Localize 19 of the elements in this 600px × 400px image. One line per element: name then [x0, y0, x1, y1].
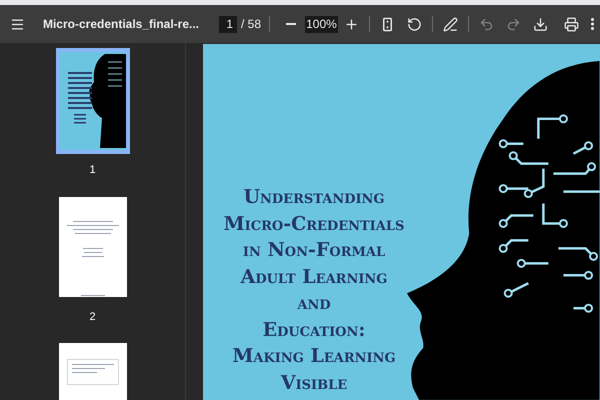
document-title: Micro-credentials_final-re...: [42, 16, 200, 33]
page-number: 1: [89, 163, 96, 178]
more-icon: [590, 18, 594, 30]
rotate-icon: [406, 16, 422, 32]
page-thumbnail[interactable]: [58, 343, 126, 400]
plus-icon: [344, 16, 359, 32]
page-count: / 58: [241, 16, 262, 33]
undo-icon: [478, 16, 494, 32]
page-thumbnail[interactable]: [58, 196, 126, 296]
menu-icon: [10, 16, 25, 32]
cover-title: Understanding Micro-Credentials in Non-Formal Adult Learning and Education: Making Learning Visible: [222, 185, 406, 396]
redo-icon: [506, 16, 521, 32]
download-icon: [532, 16, 548, 32]
page-input[interactable]: 1: [219, 16, 238, 32]
pen-icon: [442, 16, 458, 32]
print-icon: [564, 16, 579, 32]
page-number: 2: [89, 310, 96, 324]
zoom-field[interactable]: 100%: [304, 16, 338, 32]
minus-icon: [286, 23, 296, 25]
